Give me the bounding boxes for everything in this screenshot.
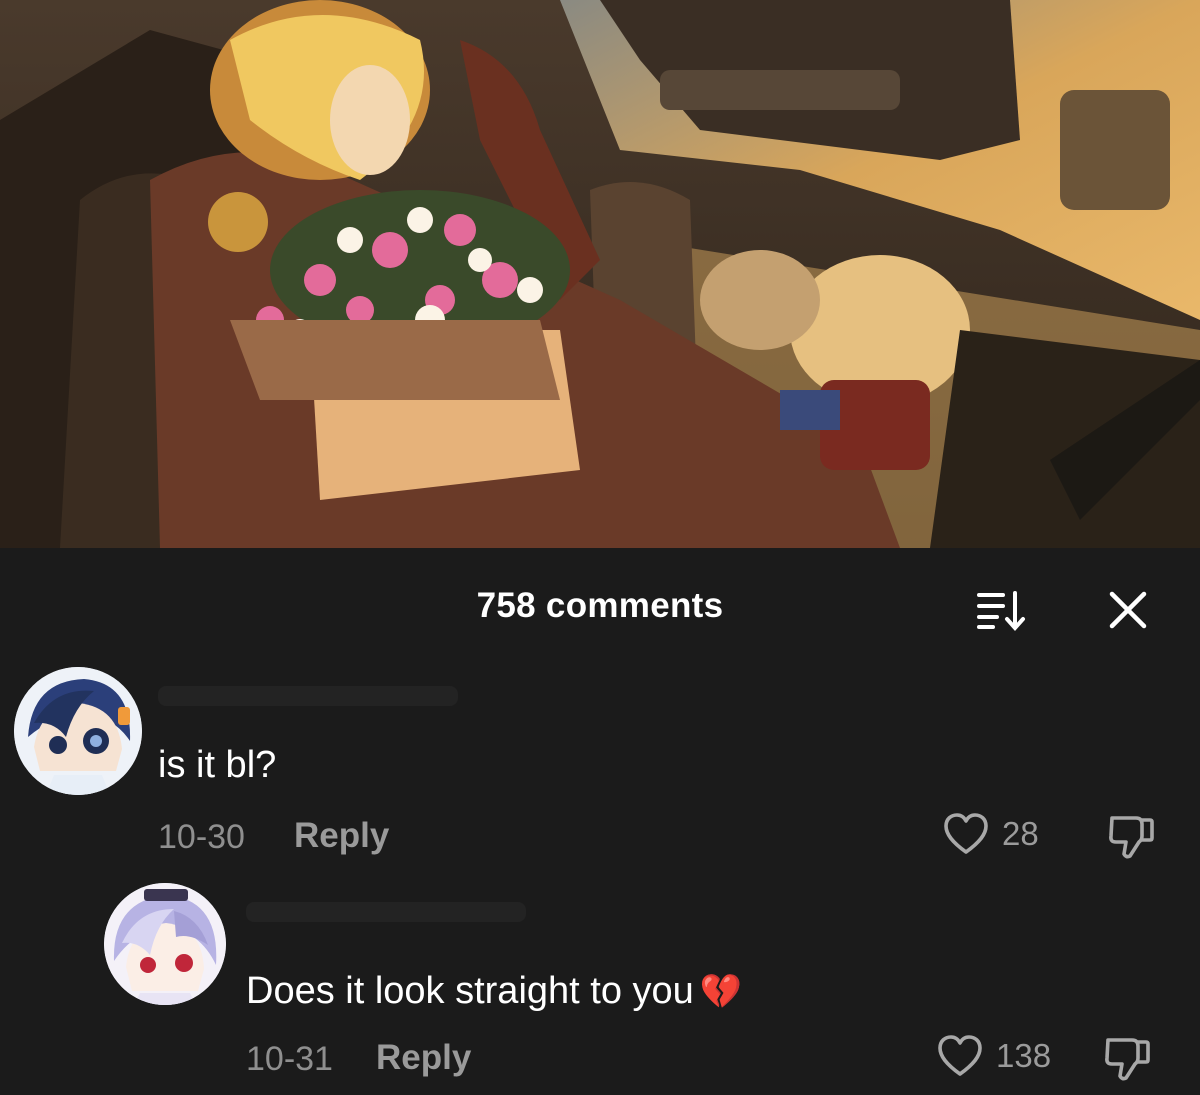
comment-item: is it bl? 10-30 Reply 28: [0, 666, 1200, 866]
username-blurred[interactable]: [158, 686, 458, 706]
sort-icon: [977, 591, 1025, 632]
comment-date: 10-31: [246, 1040, 333, 1078]
heart-icon: [944, 813, 988, 854]
like-count: 138: [996, 1037, 1052, 1074]
avatar-white-hair: [104, 883, 226, 1005]
artwork-illustration: [0, 0, 1200, 548]
thumbs-down-icon: [1109, 816, 1154, 859]
thumbs-down-icon: [1105, 1038, 1150, 1081]
like-button[interactable]: 138: [936, 1034, 1051, 1078]
dislike-button[interactable]: [1106, 812, 1156, 865]
video-artwork[interactable]: [0, 0, 1200, 548]
username-blurred[interactable]: [246, 902, 526, 922]
sort-button[interactable]: [972, 586, 1032, 636]
avatar-dark-blue-hair: [14, 667, 142, 795]
like-count: 28: [1002, 815, 1039, 852]
close-icon: [1109, 591, 1147, 629]
dislike-button[interactable]: [1102, 1034, 1152, 1087]
close-button[interactable]: [1100, 582, 1156, 638]
comment-text-body: Does it look straight to you: [246, 970, 694, 1012]
heart-icon: [938, 1035, 982, 1076]
comment-date: 10-30: [158, 818, 245, 856]
avatar[interactable]: [14, 667, 142, 795]
comments-header: 758 comments: [0, 548, 1200, 666]
avatar[interactable]: [104, 883, 226, 1005]
reply-button[interactable]: Reply: [294, 816, 389, 856]
comments-sheet: 758 comments is it bl? 10-30 Reply 28 Do…: [0, 548, 1200, 1095]
comment-text: is it bl?: [158, 744, 277, 786]
comment-text: Does it look straight to you 💔: [246, 970, 742, 1013]
reply-button[interactable]: Reply: [376, 1038, 471, 1078]
reply-comment-item: Does it look straight to you 💔 10-31 Repl…: [0, 882, 1200, 1095]
broken-heart-emoji: 💔: [699, 973, 743, 1011]
like-button[interactable]: 28: [942, 812, 1039, 856]
